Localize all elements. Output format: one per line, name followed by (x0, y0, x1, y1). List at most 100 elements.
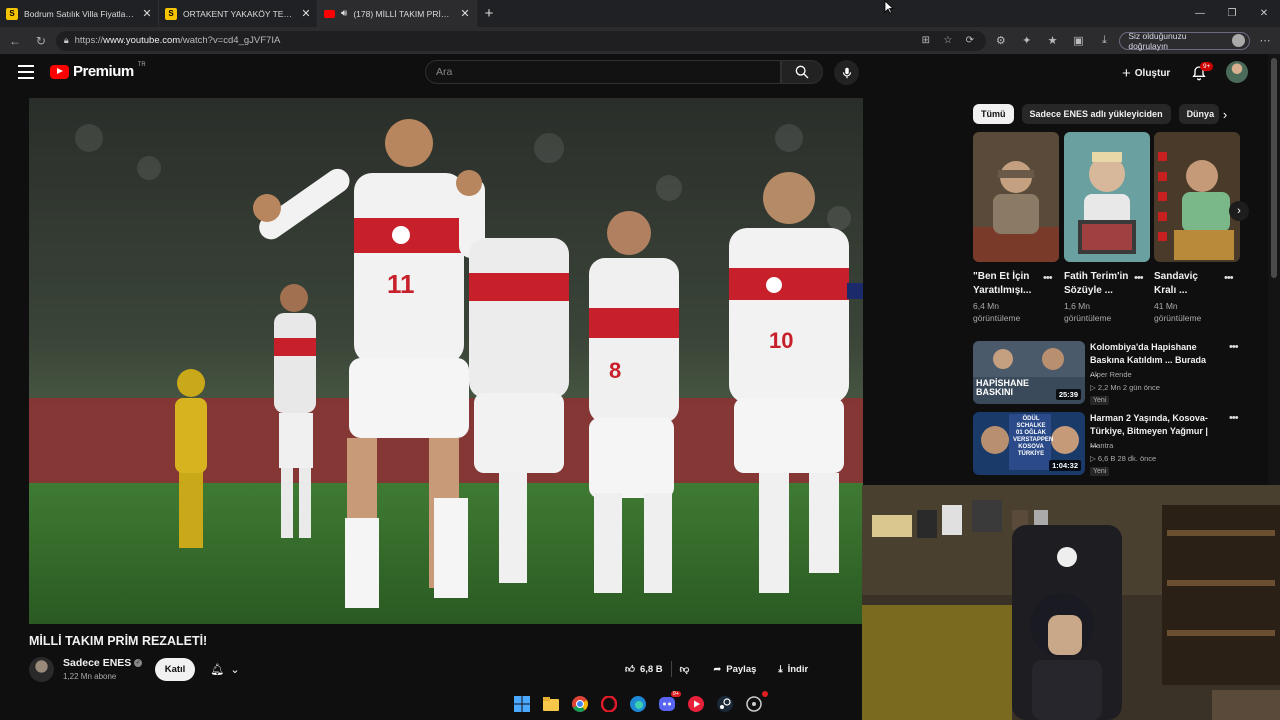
chip-world[interactable]: Dünya (1178, 104, 1219, 124)
subscription-bell-button[interactable]: 🔔︎ ⌄ (201, 658, 249, 681)
like-button[interactable]: 👍︎ 6,8 B (617, 657, 671, 681)
recommended-video[interactable]: HAPİSHANE BASKINI 25:39 Kolombiya'da Hap… (973, 341, 1248, 405)
url-field[interactable]: 🔒︎ https://www.youtube.com/watch?v=cd4_g… (55, 30, 986, 51)
share-button[interactable]: ➦ Paylaş (705, 657, 764, 681)
site-favicon: S (6, 7, 18, 20)
file-explorer-icon[interactable] (541, 694, 561, 714)
short-item[interactable]: "Ben Et İçin Yaratılmışı... 6,4 Mn görün… (973, 132, 1059, 324)
notifications-button[interactable]: 9+ (1188, 62, 1214, 84)
chevron-down-icon: ⌄ (230, 664, 240, 676)
reload-icon[interactable]: ↻ (30, 30, 52, 52)
svg-text:8: 8 (609, 358, 621, 383)
notification-dot (762, 691, 768, 697)
windows-taskbar: 9+ (0, 690, 862, 720)
channel-avatar[interactable] (29, 657, 54, 682)
scrollbar-thumb[interactable] (1271, 58, 1277, 278)
minimize-icon[interactable]: — (1184, 0, 1216, 27)
video-title: MİLLİ TAKIM PRİM REZALETİ! (29, 634, 208, 648)
video-duration: 1:04:32 (1049, 460, 1081, 471)
tab-title: (178) MİLLİ TAKIM PRİM REZA (353, 8, 454, 19)
close-tab-icon[interactable]: ✕ (142, 7, 152, 20)
browser-menu-icon[interactable]: ⋯ (1254, 30, 1276, 52)
webcam-overlay (862, 485, 1280, 720)
chip-all[interactable]: Tümü (973, 104, 1014, 124)
more-options-icon[interactable]: ••• (1229, 412, 1239, 424)
refresh-extension-icon[interactable]: ⟳ (962, 35, 978, 46)
more-options-icon[interactable]: ••• (1134, 272, 1144, 284)
short-thumbnail[interactable] (1064, 132, 1150, 262)
app-available-icon[interactable]: ⊞ (918, 35, 934, 46)
short-item[interactable]: Sandaviç Kralı ... 41 Mn görüntüleme ••• (1154, 132, 1240, 324)
menu-hamburger-icon[interactable] (18, 65, 34, 79)
profile-verify-button[interactable]: Siz olduğunuzu doğrulayın (1119, 31, 1251, 51)
chrome-icon[interactable] (570, 694, 590, 714)
new-tab-button[interactable]: + (477, 5, 501, 22)
steam-icon[interactable] (715, 694, 735, 714)
close-window-icon[interactable]: ✕ (1248, 0, 1280, 27)
create-button[interactable]: + Oluştur (1114, 62, 1178, 84)
chip-from-uploader[interactable]: Sadece ENES adlı yükleyiciden (1021, 104, 1171, 124)
close-tab-icon[interactable]: ✕ (301, 7, 311, 20)
tab-title: ORTAKENT YAKAKÖY TEK KATLI HA (183, 8, 295, 19)
dislike-button[interactable]: 👎︎ (672, 657, 698, 681)
back-icon[interactable]: ← (4, 30, 26, 52)
short-title: "Ben Et İçin Yaratılmışı... (973, 271, 1032, 296)
maximize-icon[interactable]: ❐ (1216, 0, 1248, 27)
extensions-puzzle-icon[interactable]: ✦ (1016, 30, 1038, 52)
account-avatar[interactable] (1226, 61, 1248, 83)
extension-icon[interactable]: ⚙ (990, 30, 1012, 52)
join-button[interactable]: Katıl (155, 658, 195, 681)
site-info-icon[interactable]: 🔒︎ (64, 35, 69, 46)
thumbs-down-icon: 👎︎ (679, 664, 690, 675)
close-tab-icon[interactable]: ✕ (460, 7, 470, 20)
youtube-premium-logo[interactable]: Premium TR (50, 62, 146, 80)
more-options-icon[interactable]: ••• (1229, 341, 1239, 353)
thumbs-up-icon: 👍︎ (625, 664, 635, 675)
short-item[interactable]: Fatih Terim'in Sözüyle ... 1,6 Mn görünt… (1064, 132, 1150, 324)
channel-name[interactable]: Sadece ENES ✓ (63, 657, 143, 669)
youtube-header: Premium TR + Oluştur 9+ (0, 54, 1268, 92)
recommended-video[interactable]: ÖDÜL SCHALKE 01 OĞLAK VERSTAPPEN KOSOVA … (973, 412, 1248, 476)
short-thumbnail[interactable] (1154, 132, 1240, 262)
site-favicon: S (165, 7, 177, 20)
browser-tab-3[interactable]: 🔊︎ (178) MİLLİ TAKIM PRİM REZA ✕ (318, 0, 477, 27)
speaker-icon[interactable]: 🔊︎ (341, 8, 347, 19)
tab-title: Bodrum Satılık Villa Fiyatları ve Vill (24, 8, 136, 19)
browser-tab-1[interactable]: S Bodrum Satılık Villa Fiyatları ve Vill… (0, 0, 159, 27)
short-views: 41 Mn görüntüleme (1154, 301, 1202, 323)
thumbnail-caption: ÖDÜL SCHALKE 01 OĞLAK VERSTAPPEN KOSOVA … (1013, 416, 1054, 457)
new-badge: Yeni (1090, 467, 1110, 476)
download-button[interactable]: ⤓ İndir (770, 657, 816, 681)
chevron-right-icon[interactable]: › (1215, 104, 1235, 124)
app-icon[interactable] (744, 691, 768, 714)
search-icon (795, 65, 809, 79)
page-scrollbar[interactable] (1268, 54, 1280, 486)
more-options-icon[interactable]: ••• (1224, 272, 1234, 284)
windows-start-icon[interactable] (512, 694, 532, 714)
shorts-next-arrow-icon[interactable]: › (1229, 201, 1249, 221)
voice-search-button[interactable] (834, 60, 859, 85)
short-views: 1,6 Mn görüntüleme (1064, 301, 1112, 323)
opera-icon[interactable] (599, 694, 619, 714)
media-player-icon[interactable] (686, 694, 706, 714)
short-title: Sandaviç Kralı ... (1154, 271, 1198, 296)
filter-chips: Tümü Sadece ENES adlı yükleyiciden Dünya (973, 104, 1219, 124)
discord-icon[interactable]: 9+ (657, 691, 681, 714)
favorites-icon[interactable]: ★ (1042, 30, 1064, 52)
notification-badge: 9+ (670, 691, 681, 697)
search-button[interactable] (781, 60, 823, 84)
short-thumbnail[interactable] (973, 132, 1059, 262)
search-input[interactable] (436, 66, 770, 78)
svg-text:11: 11 (387, 269, 415, 299)
channel-name: Alper Rende (1090, 370, 1132, 379)
video-thumbnail[interactable]: HAPİSHANE BASKINI 25:39 (973, 341, 1085, 404)
downloads-icon[interactable]: ⤓ (1093, 30, 1115, 52)
favorite-star-icon[interactable]: ☆ (940, 35, 956, 46)
more-options-icon[interactable]: ••• (1043, 272, 1053, 284)
plus-icon: + (1122, 64, 1131, 82)
collections-icon[interactable]: ▣ (1068, 30, 1090, 52)
video-player[interactable]: 11 8 10 (29, 98, 863, 624)
browser-tab-2[interactable]: S ORTAKENT YAKAKÖY TEK KATLI HA ✕ (159, 0, 318, 27)
edge-icon[interactable] (628, 694, 648, 714)
video-thumbnail[interactable]: ÖDÜL SCHALKE 01 OĞLAK VERSTAPPEN KOSOVA … (973, 412, 1085, 475)
